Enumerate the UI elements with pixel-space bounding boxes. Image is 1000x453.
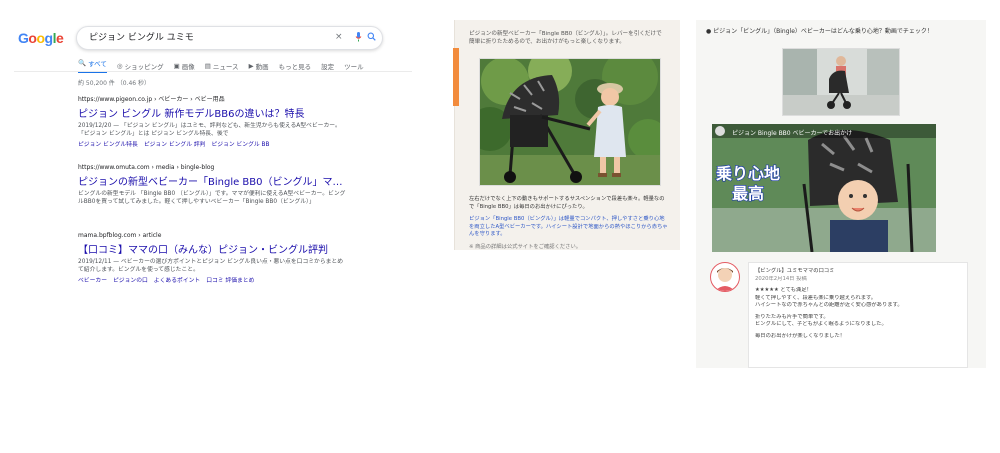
blog-panel: ● ピジョン「ビングル」（Bingle）ベビーカーはどんな乗り心地？動画でチェッ… xyxy=(696,20,986,368)
sitelink[interactable]: ピジョン ビングル 評判 xyxy=(144,139,206,148)
result-title[interactable]: 【口コミ】ママの口（みんな）ピジョン・ビングル評判 xyxy=(78,241,348,256)
search-icon[interactable] xyxy=(367,32,376,45)
comment-author: 【ビングル】ユミモママの口コミ xyxy=(755,268,835,274)
result-sitelinks: ベビーカー ピジョンの口 よくあるポイント 口コミ 評価まとめ xyxy=(78,275,348,284)
comment-line: ★★★★★ とても満足！ xyxy=(755,287,812,293)
result-sitelinks: ピジョン ビングル特長 ピジョン ビングル 評判 ピジョン ビングル BB xyxy=(78,139,348,148)
avatar xyxy=(710,262,740,292)
comment-box: 【ビングル】ユミモママの口コミ 2020年2月14日 投稿 ★★★★★ とても満… xyxy=(748,262,968,368)
image-icon: ▣ xyxy=(173,61,180,70)
stroller-thumbnail xyxy=(782,48,900,116)
sitelink[interactable]: 口コミ 評価まとめ xyxy=(206,275,254,284)
clear-icon[interactable]: × xyxy=(335,32,343,43)
google-logo[interactable]: Google xyxy=(18,30,64,46)
result-stats: 約 50,200 件 （0.46 秒） xyxy=(78,80,150,87)
result-snippet: 2019/12/11 — ベビーカーの選び方ポイントとピジョン ビングル良い点・… xyxy=(78,259,344,273)
blog-header: ● ピジョン「ビングル」（Bingle）ベビーカーはどんな乗り心地？動画でチェッ… xyxy=(706,28,933,35)
article-caption: ピジョンの新型ベビーカー「Bingle BB0（ビングル）」。レバーを引くだけで… xyxy=(469,31,662,45)
article-body-title: 左右だけでなく上下の動きもサポートするサスペンションで段差も楽々。軽量なので「B… xyxy=(469,196,665,210)
result-snippet: ビングルの新型モデル 「Bingle BB0 （ビングル）」です。ママが便利に使… xyxy=(78,191,346,205)
comment-line: ビングルにして、子どもがよく眠るようになりました。 xyxy=(755,321,887,327)
article-body: 左右だけでなく上下の動きもサポートするサスペンションで段差も楽々。軽量なので「B… xyxy=(469,196,669,251)
comment-line: 軽くて押しやすく、段差も楽に乗り越えられます。 xyxy=(755,294,877,301)
video-icon: ▶ xyxy=(248,61,254,70)
sitelink[interactable]: ピジョン ビングル BB xyxy=(211,139,269,148)
shopping-icon: ◎ xyxy=(116,61,123,70)
search-box: × xyxy=(76,26,383,50)
comment-line: ハイシートなので赤ちゃんとの距離が近く安心感があります。 xyxy=(755,302,903,308)
sitelink[interactable]: よくあるポイント xyxy=(154,275,200,284)
comment-meta: 2020年2月14日 投稿 xyxy=(755,275,807,282)
result-title[interactable]: ピジョンの新型ベビーカー「Bingle BB0（ビングル」マ… xyxy=(78,173,348,188)
mic-icon[interactable] xyxy=(355,32,362,46)
video-title: ピジョン Bingle BB0 ベビーカーでお出かけ xyxy=(732,130,853,137)
stroller-photo xyxy=(479,58,661,186)
comment-card: 【ビングル】ユミモママの口コミ 2020年2月14日 投稿 ★★★★★ とても満… xyxy=(710,262,968,370)
article-panel: ピジョンの新型ベビーカー「Bingle BB0（ビングル）」。レバーを引くだけで… xyxy=(453,20,680,251)
search-results-panel: Google × 🔍すべて ◎ショッピング ▣画像 ▤ニュース ▶動画 もっと見… xyxy=(14,20,412,310)
video-caption: 乗り心地 最高 xyxy=(715,163,781,203)
search-input[interactable] xyxy=(87,30,316,42)
comment-line: 折りたたみも片手で簡単です。 xyxy=(755,313,829,320)
news-icon: ▤ xyxy=(204,61,211,70)
result-title[interactable]: ピジョン ビングル 新作モデルBB6の違いは？特長 xyxy=(78,105,348,120)
search-result: https://www.pigeon.co.jp › ベビーカー › ベビー用品… xyxy=(78,94,348,148)
sitelink[interactable]: ピジョン ビングル特長 xyxy=(78,139,138,148)
tabs-divider xyxy=(14,71,412,72)
article-body-text[interactable]: ピジョン「Bingle BB0（ビングル）」は軽量でコンパクト、押しやすさと乗り… xyxy=(469,216,669,239)
result-url[interactable]: mama.bpfblog.com › article xyxy=(78,232,348,239)
search-result: mama.bpfblog.com › article 【口コミ】ママの口（みんな… xyxy=(78,232,348,284)
sitelink[interactable]: ベビーカー xyxy=(78,275,107,284)
side-tab[interactable] xyxy=(453,48,459,106)
video-player[interactable]: ピジョン Bingle BB0 ベビーカーでお出かけ 乗り心地 最高 xyxy=(712,124,936,252)
article-footnote: ※ 商品の詳細は公式サイトをご確認ください。 xyxy=(469,243,582,250)
comment-line: 毎日のお出かけが楽しくなりました！ xyxy=(755,332,846,339)
sitelink[interactable]: ピジョンの口 xyxy=(113,275,148,284)
search-result: https://www.omuta.com › media › bingle-b… xyxy=(78,164,348,206)
result-url[interactable]: https://www.pigeon.co.jp › ベビーカー › ベビー用品 xyxy=(78,94,348,103)
search-icon: 🔍 xyxy=(78,59,87,67)
result-url[interactable]: https://www.omuta.com › media › bingle-b… xyxy=(78,164,348,171)
result-snippet: 2019/12/20 — 「ピジョン ビングル」はユミモ、評判なども、新生児から… xyxy=(78,123,341,137)
